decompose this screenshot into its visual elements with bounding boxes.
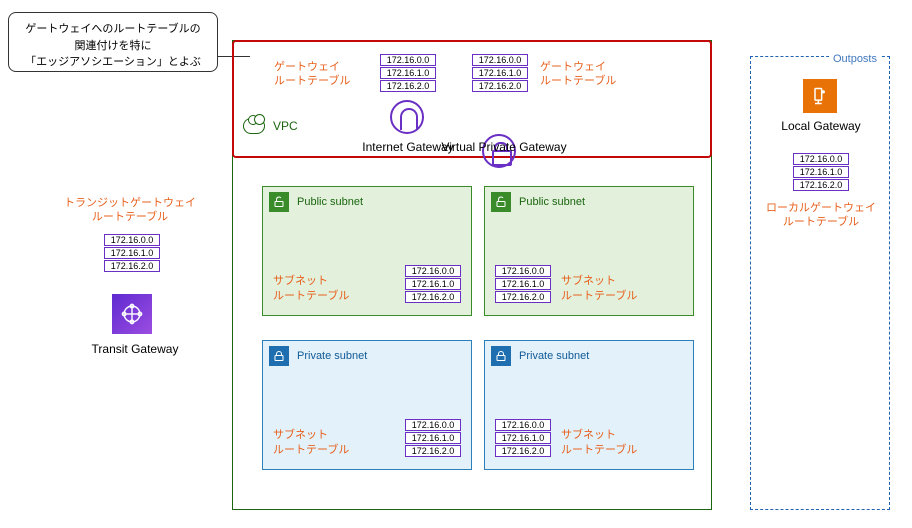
route-cell: 172.16.1.0 xyxy=(104,247,160,259)
route-table-vgw: 172.16.0.0 172.16.1.0 172.16.2.0 xyxy=(472,54,528,92)
subnet-title: Private subnet xyxy=(519,350,589,362)
gateway-route-table-label-left: ゲートウェイ ルートテーブル xyxy=(274,60,350,89)
lock-open-icon xyxy=(491,192,511,212)
subnet-header: Private subnet xyxy=(263,341,471,371)
route-table-lgw: 172.16.0.0 172.16.1.0 172.16.2.0 xyxy=(793,153,849,191)
route-cell: 172.16.2.0 xyxy=(405,445,461,457)
route-cell: 172.16.0.0 xyxy=(495,419,551,431)
lgw-caption: Local Gateway xyxy=(751,119,891,133)
route-table: 172.16.0.0 172.16.1.0 172.16.2.0 xyxy=(405,419,461,457)
route-cell: 172.16.2.0 xyxy=(380,80,436,92)
route-cell: 172.16.1.0 xyxy=(405,432,461,444)
subnet-header: Public subnet xyxy=(485,187,693,217)
route-cell: 172.16.0.0 xyxy=(405,265,461,277)
outposts-title: Outposts xyxy=(829,53,881,65)
subnet-rt-area: 172.16.0.0 172.16.1.0 172.16.2.0 サブネット ル… xyxy=(495,265,683,303)
route-cell: 172.16.0.0 xyxy=(104,234,160,246)
transit-gateway-icon xyxy=(112,294,152,334)
vgw-caption: Virtual Private Gateway xyxy=(434,140,574,154)
route-cell: 172.16.2.0 xyxy=(472,80,528,92)
route-cell: 172.16.1.0 xyxy=(472,67,528,79)
route-cell: 172.16.2.0 xyxy=(405,291,461,303)
public-subnet-2: Public subnet 172.16.0.0 172.16.1.0 172.… xyxy=(484,186,694,316)
subnet-rt-label: サブネット ルートテーブル xyxy=(273,274,395,303)
route-table: 172.16.0.0 172.16.1.0 172.16.2.0 xyxy=(495,265,551,303)
subnet-title: Private subnet xyxy=(297,350,367,362)
route-cell: 172.16.1.0 xyxy=(793,166,849,178)
route-table: 172.16.0.0 172.16.1.0 172.16.2.0 xyxy=(495,419,551,457)
subnet-rt-label: サブネット ルートテーブル xyxy=(273,428,395,457)
route-cell: 172.16.2.0 xyxy=(104,260,160,272)
route-cell: 172.16.0.0 xyxy=(472,54,528,66)
route-cell: 172.16.1.0 xyxy=(495,278,551,290)
subnet-rt-label: サブネット ルートテーブル xyxy=(561,274,683,303)
public-subnet-1: Public subnet サブネット ルートテーブル 172.16.0.0 1… xyxy=(262,186,472,316)
route-table-tgw: 172.16.0.0 172.16.1.0 172.16.2.0 xyxy=(104,234,160,272)
subnet-rt-area: 172.16.0.0 172.16.1.0 172.16.2.0 サブネット ル… xyxy=(495,419,683,457)
route-cell: 172.16.1.0 xyxy=(495,432,551,444)
subnet-title: Public subnet xyxy=(519,196,585,208)
subnet-header: Private subnet xyxy=(485,341,693,371)
gateway-route-table-label-right: ゲートウェイ ルートテーブル xyxy=(540,60,616,89)
route-table: 172.16.0.0 172.16.1.0 172.16.2.0 xyxy=(405,265,461,303)
route-cell: 172.16.2.0 xyxy=(793,179,849,191)
local-gateway-rt-label: ローカルゲートウェイ ルートテーブル xyxy=(761,201,881,230)
route-cell: 172.16.1.0 xyxy=(380,67,436,79)
subnet-header: Public subnet xyxy=(263,187,471,217)
transit-gateway-rt-label: トランジットゲートウェイ ルートテーブル xyxy=(50,196,210,225)
lock-closed-icon xyxy=(269,346,289,366)
local-gateway-icon xyxy=(803,79,837,113)
callout-text: ゲートウェイへのルートテーブルの 関連付けを特に 「エッジアソシエーション」とよ… xyxy=(25,23,201,68)
route-cell: 172.16.0.0 xyxy=(495,265,551,277)
subnet-rt-area: サブネット ルートテーブル 172.16.0.0 172.16.1.0 172.… xyxy=(273,419,461,457)
internet-gateway-icon xyxy=(390,100,424,134)
route-cell: 172.16.0.0 xyxy=(380,54,436,66)
gateway-highlight-box: ゲートウェイ ルートテーブル 172.16.0.0 172.16.1.0 172… xyxy=(232,40,712,158)
subnet-title: Public subnet xyxy=(297,196,363,208)
private-subnet-2: Private subnet 172.16.0.0 172.16.1.0 172… xyxy=(484,340,694,470)
route-cell: 172.16.2.0 xyxy=(495,445,551,457)
route-cell: 172.16.2.0 xyxy=(495,291,551,303)
lock-closed-icon xyxy=(491,346,511,366)
route-cell: 172.16.1.0 xyxy=(405,278,461,290)
tgw-caption: Transit Gateway xyxy=(80,342,190,356)
route-table-igw: 172.16.0.0 172.16.1.0 172.16.2.0 xyxy=(380,54,436,92)
subnet-rt-label: サブネット ルートテーブル xyxy=(561,428,683,457)
route-cell: 172.16.0.0 xyxy=(793,153,849,165)
callout-note: ゲートウェイへのルートテーブルの 関連付けを特に 「エッジアソシエーション」とよ… xyxy=(8,12,218,72)
route-cell: 172.16.0.0 xyxy=(405,419,461,431)
subnet-rt-area: サブネット ルートテーブル 172.16.0.0 172.16.1.0 172.… xyxy=(273,265,461,303)
lock-open-icon xyxy=(269,192,289,212)
outposts-container: Outposts Local Gateway 172.16.0.0 172.16… xyxy=(750,56,890,510)
private-subnet-1: Private subnet サブネット ルートテーブル 172.16.0.0 … xyxy=(262,340,472,470)
